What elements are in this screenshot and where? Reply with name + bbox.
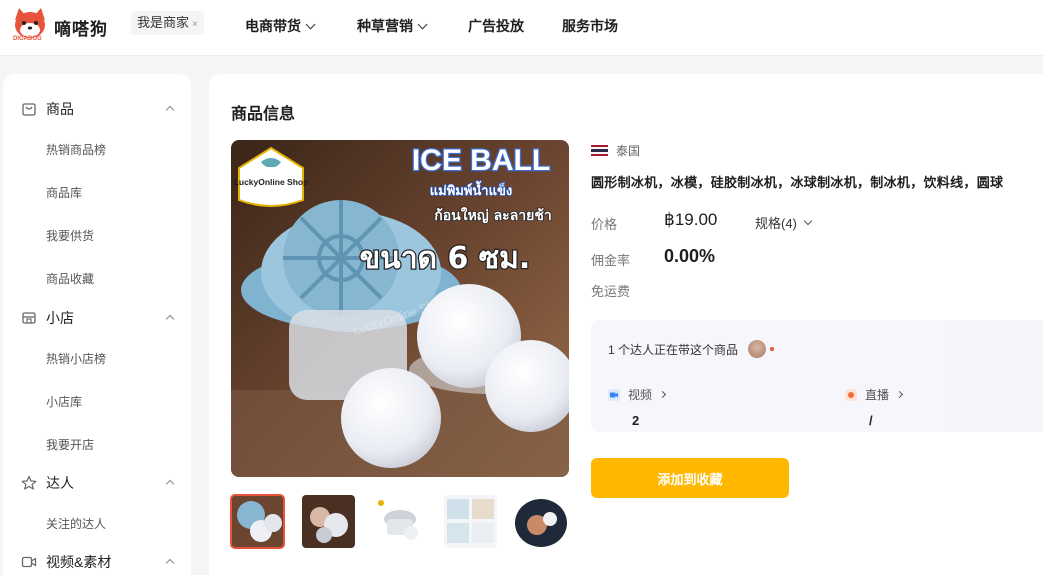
chevron-right-icon bbox=[658, 390, 667, 399]
chevron-up-icon[interactable] bbox=[165, 479, 175, 489]
nav-advertising[interactable]: 广告投放 bbox=[468, 16, 524, 36]
sidebar: 商品 热销商品榜 商品库 我要供货 商品收藏 小店 热销小店榜 小店库 我要开店… bbox=[3, 74, 191, 575]
product-thumbnail[interactable] bbox=[373, 495, 426, 548]
sidebar-group-creators[interactable]: 达人 bbox=[3, 468, 191, 498]
nav-ecommerce[interactable]: 电商带货 bbox=[245, 16, 316, 36]
notification-dot bbox=[770, 347, 775, 351]
nav-service-market[interactable]: 服务市场 bbox=[562, 16, 618, 36]
brand-name[interactable]: 嘀嗒狗 bbox=[54, 15, 108, 40]
nav-label: 广告投放 bbox=[468, 18, 524, 34]
product-title: 圆形制冰机，冰模，硅胶制冰机，冰球制冰机，制冰机，饮料线，圆球 bbox=[591, 175, 1004, 190]
chevron-down-icon bbox=[417, 19, 428, 29]
commission-value: 0.00% bbox=[664, 246, 716, 266]
top-nav-bar: DIGADOG 嘀嗒狗 我是商家 × 电商带货 种草营销 广告投放 服务市场 bbox=[0, 0, 1043, 56]
brand-subtitle: DIGADOG bbox=[13, 36, 42, 42]
spec-label: 规格(4) bbox=[755, 216, 797, 231]
creator-stats-box: 1 个达人正在带这个商品 视频 2 直播 / bbox=[591, 320, 1043, 432]
video-count: 2 bbox=[632, 413, 640, 428]
chevron-up-icon[interactable] bbox=[165, 314, 175, 324]
product-main-image[interactable]: LuckyOnline Shop ICE BALL แม่พิมพ์น้ำแข็… bbox=[231, 140, 569, 477]
commission-label: 佣金率 bbox=[591, 253, 631, 268]
video-stat-link[interactable]: 视频 bbox=[608, 386, 667, 403]
sidebar-item-supply[interactable]: 我要供货 bbox=[46, 227, 94, 244]
product-info-panel: 商品信息 LuckyOnline Shop ICE BALL แม่พิมพ์น… bbox=[209, 74, 1043, 575]
product-thumbnail[interactable] bbox=[302, 495, 355, 548]
close-icon[interactable]: × bbox=[192, 19, 198, 30]
image-size-text: ขนาด 6 ซม. bbox=[360, 241, 531, 276]
spec-dropdown[interactable]: 规格(4) bbox=[755, 213, 813, 232]
product-thumbnail[interactable] bbox=[444, 495, 497, 548]
video-icon bbox=[21, 556, 37, 568]
product-thumbnail[interactable] bbox=[515, 495, 568, 548]
thailand-flag-icon bbox=[591, 145, 608, 156]
creator-count-text: 1 个达人正在带这个商品 bbox=[608, 342, 739, 357]
avatar[interactable] bbox=[748, 340, 767, 358]
merchant-chip[interactable]: 我是商家 × bbox=[131, 11, 204, 35]
shop-badge-text: LuckyOnline Shop bbox=[234, 177, 309, 187]
country-name: 泰国 bbox=[616, 144, 641, 158]
page-title: 商品信息 bbox=[231, 106, 296, 123]
image-headline: ICE BALL bbox=[412, 144, 550, 177]
sidebar-item-followed-creators[interactable]: 关注的达人 bbox=[46, 515, 106, 532]
chevron-right-icon bbox=[895, 390, 904, 399]
sidebar-group-stores[interactable]: 小店 bbox=[3, 303, 191, 333]
live-icon bbox=[845, 388, 857, 401]
sidebar-group-label: 视频&素材 bbox=[46, 554, 112, 570]
sidebar-item-open-store[interactable]: 我要开店 bbox=[46, 436, 94, 453]
sidebar-group-label: 商品 bbox=[46, 101, 74, 117]
nav-label: 电商带货 bbox=[245, 18, 301, 34]
country-label: 泰国 bbox=[591, 142, 640, 159]
live-stat-link[interactable]: 直播 bbox=[845, 386, 904, 403]
price-label: 价格 bbox=[591, 217, 618, 232]
add-to-favorites-button[interactable]: 添加到收藏 bbox=[591, 458, 789, 498]
chevron-up-icon[interactable] bbox=[165, 105, 175, 115]
sidebar-item-product-favorites[interactable]: 商品收藏 bbox=[46, 270, 94, 287]
creator-count-line: 1 个达人正在带这个商品 bbox=[608, 340, 775, 358]
nav-seeding-marketing[interactable]: 种草营销 bbox=[357, 16, 428, 36]
sidebar-item-store-library[interactable]: 小店库 bbox=[46, 393, 82, 410]
star-icon bbox=[21, 475, 37, 490]
video-icon bbox=[608, 388, 620, 401]
free-shipping-label: 免运费 bbox=[591, 284, 631, 299]
sidebar-group-label: 小店 bbox=[46, 310, 74, 326]
sidebar-group-label: 达人 bbox=[46, 475, 74, 491]
chevron-down-icon bbox=[803, 216, 813, 225]
sidebar-item-product-library[interactable]: 商品库 bbox=[46, 184, 82, 201]
nav-label: 服务市场 bbox=[562, 18, 618, 34]
merchant-chip-label: 我是商家 bbox=[137, 15, 190, 30]
nav-label: 种草营销 bbox=[357, 18, 413, 34]
chevron-up-icon[interactable] bbox=[165, 558, 175, 568]
image-thai-line2: ก้อนใหญ่ ละลายช้า bbox=[434, 206, 551, 224]
store-icon bbox=[22, 312, 36, 324]
video-label: 视频 bbox=[628, 388, 653, 402]
live-label: 直播 bbox=[865, 388, 890, 402]
chevron-down-icon bbox=[305, 19, 316, 29]
sidebar-item-hot-stores[interactable]: 热销小店榜 bbox=[46, 350, 106, 367]
sidebar-group-products[interactable]: 商品 bbox=[3, 94, 191, 124]
sidebar-item-hot-products[interactable]: 热销商品榜 bbox=[46, 141, 106, 158]
live-count: / bbox=[869, 413, 873, 428]
product-thumbnail[interactable] bbox=[230, 494, 285, 549]
shopping-bag-icon bbox=[22, 103, 36, 116]
sidebar-group-videos[interactable]: 视频&素材 bbox=[3, 547, 191, 575]
price-value: ฿19.00 bbox=[664, 210, 718, 229]
